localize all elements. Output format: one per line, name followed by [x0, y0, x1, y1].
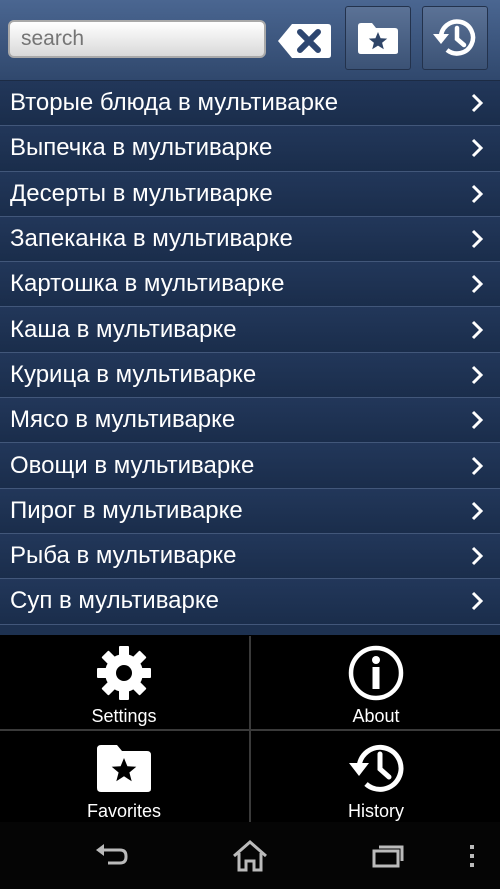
chevron-right-icon	[471, 592, 484, 611]
chevron-right-icon	[471, 229, 484, 249]
chevron-right-icon	[471, 501, 484, 520]
list-item-label: Рыба в мультиварке	[10, 542, 237, 570]
overflow-menu-icon	[470, 845, 474, 867]
chevron-right-icon	[471, 547, 484, 566]
gear-icon	[97, 646, 151, 700]
list-item-label: Курица в мультиварке	[10, 360, 257, 388]
history-button[interactable]: History	[252, 731, 500, 823]
settings-button[interactable]: Settings	[0, 636, 248, 728]
list-item-label: Десерты в мультиварке	[10, 179, 273, 207]
settings-label: Settings	[91, 706, 157, 726]
chevron-right-icon	[471, 94, 484, 113]
history-toolbar-button[interactable]	[422, 6, 488, 70]
list-item[interactable]: Запеканка в мультиварке	[0, 216, 500, 263]
list-item[interactable]: Вторые блюда в мультиварке	[0, 81, 500, 127]
history-clock-icon	[433, 19, 476, 56]
list-item[interactable]: Рыба в мультиварке	[0, 533, 500, 580]
chevron-right-icon	[471, 139, 484, 158]
favorites-button[interactable]: Favorites	[0, 731, 248, 823]
home-icon	[233, 840, 267, 872]
list-item[interactable]: Курица в мультиварке	[0, 352, 500, 399]
search-input[interactable]	[8, 20, 266, 58]
history-clock-icon	[349, 744, 404, 792]
back-button[interactable]	[82, 836, 142, 876]
list-item-label: Вторые блюда в мультиварке	[10, 89, 339, 117]
recent-apps-button[interactable]	[358, 836, 418, 876]
home-button[interactable]	[220, 836, 280, 876]
recent-apps-icon	[372, 845, 404, 868]
list-item[interactable]: Каша в мультиварке	[0, 307, 500, 353]
system-nav-bar	[0, 822, 500, 889]
list-item-label: Каша в мультиварке	[10, 315, 237, 343]
list-item[interactable]: Суп в мультиварке	[0, 579, 500, 625]
about-button[interactable]: About	[252, 636, 500, 728]
list-item[interactable]: Пирог в мультиварке	[0, 488, 500, 534]
favorites-label: Favorites	[86, 801, 162, 821]
list-item-label: Пирог в мультиварке	[10, 496, 243, 524]
list-item[interactable]: Мясо в мультиварке	[0, 398, 500, 444]
star-folder-icon	[97, 745, 151, 792]
category-list: Вторые блюда в мультиварке Выпечка в мул…	[0, 81, 500, 635]
list-item-label: Овощи в мультиварке	[10, 451, 255, 479]
star-folder-icon	[358, 23, 398, 54]
list-item-label: Суп в мультиварке	[10, 587, 219, 615]
clear-text-icon	[278, 24, 331, 58]
clear-search-button[interactable]	[276, 22, 332, 60]
list-item-label: Картошка в мультиварке	[10, 270, 285, 298]
list-item[interactable]: Выпечка в мультиварке	[0, 126, 500, 172]
list-item-label: Выпечка в мультиварке	[10, 134, 273, 162]
list-item[interactable]: Картошка в мультиварке	[0, 262, 500, 308]
chevron-right-icon	[471, 275, 484, 294]
info-icon	[348, 645, 404, 701]
back-icon	[96, 844, 128, 865]
chevron-right-icon	[471, 184, 484, 203]
chevron-right-icon	[471, 365, 484, 384]
list-item-label: Запеканка в мультиварке	[10, 225, 293, 253]
overflow-menu-button[interactable]	[442, 836, 500, 876]
favorites-toolbar-button[interactable]	[345, 6, 411, 70]
list-item[interactable]: Овощи в мультиварке	[0, 443, 500, 489]
list-item[interactable]: Десерты в мультиварке	[0, 171, 500, 217]
chevron-right-icon	[471, 320, 484, 339]
about-label: About	[352, 706, 400, 726]
chevron-right-icon	[471, 411, 484, 430]
chevron-right-icon	[471, 456, 484, 475]
bottom-menu: Settings About Favorites History	[0, 636, 500, 822]
list-item-label: Мясо в мультиварке	[10, 406, 236, 434]
history-label: History	[347, 801, 404, 821]
top-toolbar	[0, 0, 500, 81]
